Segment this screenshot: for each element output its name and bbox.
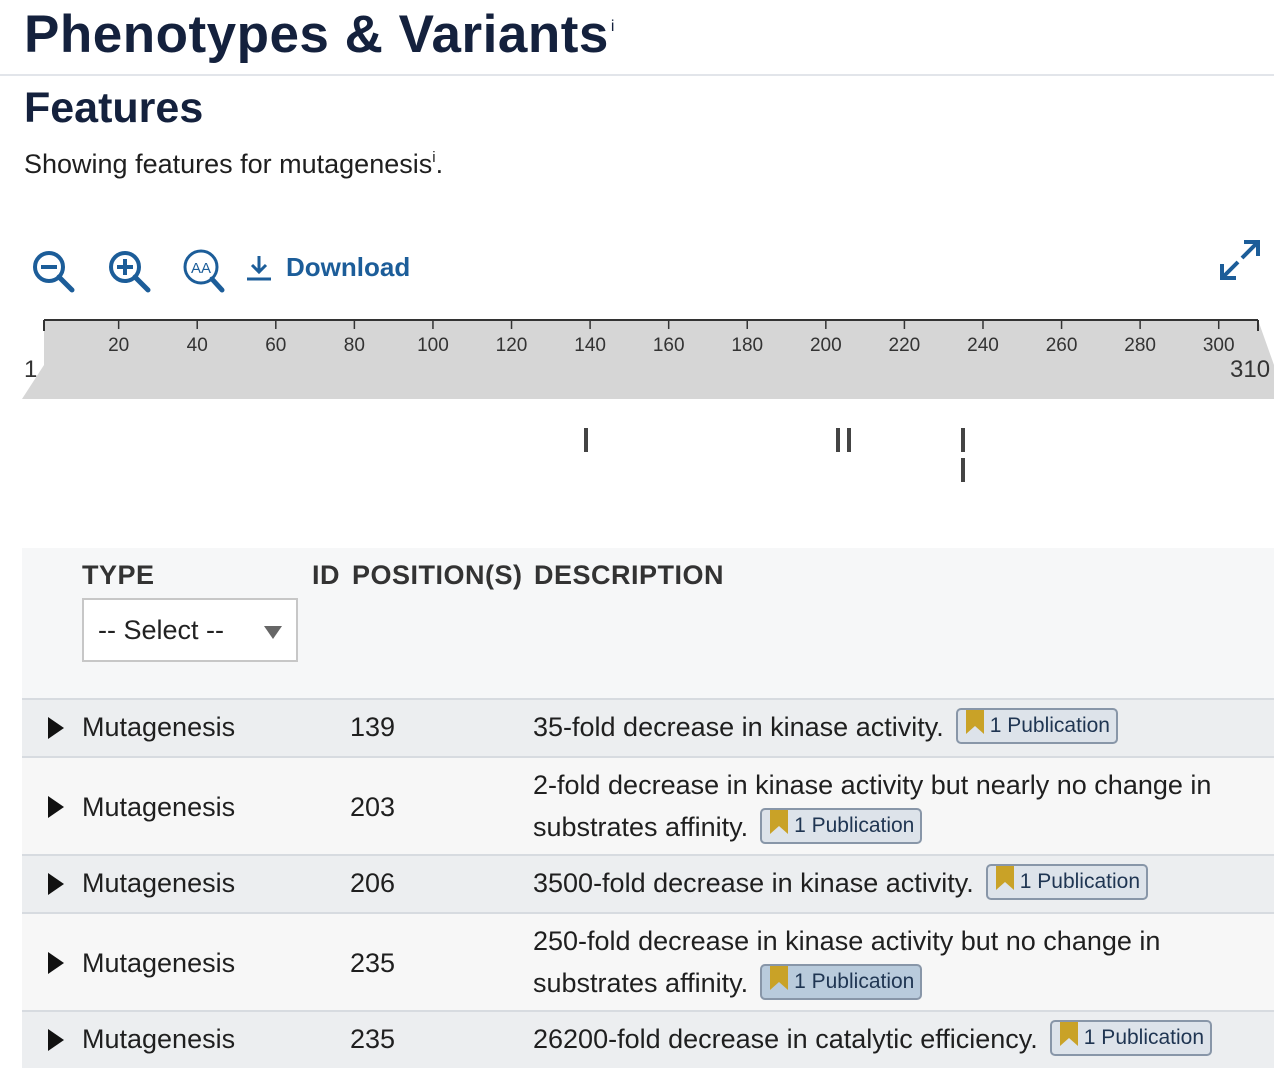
features-table: TYPE ID POSITION(S) DESCRIPTION -- Selec… [22, 548, 1274, 1068]
zoom-out-icon [33, 251, 75, 293]
download-icon [247, 255, 271, 280]
info-icon[interactable]: i [432, 149, 435, 166]
row-position: 203 [350, 792, 396, 822]
mutagenesis-feature-mark[interactable] [847, 428, 852, 452]
row-type: Mutagenesis [82, 948, 236, 978]
fullscreen-button[interactable] [1216, 236, 1264, 284]
bookmark-icon [995, 865, 1014, 890]
row-position: 206 [350, 868, 396, 898]
info-icon[interactable]: i [611, 18, 615, 35]
ruler-tick-label: 160 [653, 335, 685, 356]
download-button[interactable]: Download [244, 252, 410, 283]
viewer-toolbar: AA Download [30, 240, 1274, 296]
ruler-start-label: 1 [24, 356, 37, 383]
row-position: 235 [350, 948, 396, 978]
sequence-ruler[interactable]: 20 40 60 80 100 120 140 160 180 200 220 240 260 280 30… [0, 315, 1274, 405]
type-filter-select[interactable]: -- Select -- [82, 598, 298, 662]
expand-row-icon[interactable] [48, 796, 64, 818]
zoom-out-button[interactable] [30, 248, 76, 294]
ruler-tick-label: 80 [344, 335, 365, 356]
expand-row-icon[interactable] [48, 952, 64, 974]
ruler-tick-label: 240 [967, 335, 999, 356]
publication-badge[interactable]: 1 Publication [760, 807, 923, 844]
section-title: Features [24, 84, 204, 132]
bookmark-icon [965, 709, 984, 734]
row-type: Mutagenesis [82, 868, 236, 898]
table-header: TYPE ID POSITION(S) DESCRIPTION -- Selec… [22, 548, 1274, 698]
row-position: 235 [350, 1024, 396, 1054]
ruler-tick-label: 260 [1046, 335, 1078, 356]
expand-row-icon[interactable] [48, 717, 64, 739]
table-row[interactable]: Mutagenesis 203 2-fold decrease in kinas… [22, 756, 1274, 854]
expand-row-icon[interactable] [48, 873, 64, 895]
row-position: 139 [350, 712, 396, 742]
bookmark-icon [770, 809, 789, 834]
column-positions: POSITION(S) [352, 560, 523, 590]
ruler-tick-label: 100 [417, 335, 449, 356]
column-id: ID [312, 560, 340, 590]
zoom-in-button[interactable] [106, 248, 152, 294]
publication-badge[interactable]: 1 Publication [955, 707, 1118, 744]
ruler-tick-label: 40 [187, 335, 208, 356]
features-subtitle: Showing features for mutagenesisi. [24, 149, 444, 179]
expand-row-icon[interactable] [48, 1029, 64, 1051]
row-description: 26200-fold decrease in catalytic efficie… [533, 1018, 1263, 1060]
ruler-end-label: 310 [1230, 356, 1270, 383]
table-row[interactable]: Mutagenesis 206 3500-fold decrease in ki… [22, 854, 1274, 912]
ruler-tick-label: 120 [496, 335, 528, 356]
download-label: Download [286, 252, 411, 282]
row-type: Mutagenesis [82, 712, 236, 742]
publication-badge[interactable]: 1 Publication [985, 863, 1148, 900]
row-type: Mutagenesis [82, 1024, 236, 1054]
publication-badge[interactable]: 1 Publication [1049, 1019, 1213, 1056]
page-title: Phenotypes & Variants i [24, 5, 615, 64]
table-row[interactable]: Mutagenesis 235 250-fold decrease in kin… [22, 912, 1274, 1010]
row-description: 3500-fold decrease in kinase activity. 1 … [533, 862, 1263, 904]
mutagenesis-feature-mark[interactable] [584, 428, 589, 452]
svg-text:AA: AA [191, 260, 211, 277]
ruler-tick-label: 200 [810, 335, 842, 356]
title-divider [0, 74, 1274, 76]
ruler-tick-label: 180 [731, 335, 763, 356]
chevron-down-icon [264, 626, 282, 639]
row-description: 2-fold decrease in kinase activity but n… [533, 770, 1212, 844]
sequence-zoom-icon: AA [183, 249, 225, 293]
table-row[interactable]: Mutagenesis 235 26200-fold decrease in c… [22, 1010, 1274, 1068]
mutagenesis-feature-mark[interactable] [961, 428, 966, 452]
bookmark-icon [770, 965, 789, 990]
feature-track [0, 420, 1274, 500]
row-description: 35-fold decrease in kinase activity. 1 Pu… [533, 706, 1263, 748]
ruler-tick-label: 220 [889, 335, 921, 356]
sequence-zoom-button[interactable]: AA [180, 248, 226, 294]
row-description: 250-fold decrease in kinase activity but… [533, 926, 1161, 1000]
ruler-tick-label: 300 [1203, 335, 1235, 356]
zoom-in-icon [109, 251, 151, 293]
column-type: TYPE [82, 560, 155, 590]
ruler-tick-label: 140 [574, 335, 606, 356]
table-row[interactable]: Mutagenesis 139 35-fold decrease in kina… [22, 698, 1274, 756]
ruler-navigator[interactable] [22, 320, 1274, 399]
ruler-tick-label: 20 [108, 335, 129, 356]
mutagenesis-feature-mark[interactable] [835, 428, 840, 452]
ruler-tick-label: 60 [265, 335, 286, 356]
ruler-axis: 20 40 60 80 100 120 140 160 180 200 220 240 260 280 30… [22, 319, 1274, 399]
fullscreen-icon [1220, 240, 1260, 280]
publication-badge[interactable]: 1 Publication [760, 963, 923, 1000]
mutagenesis-feature-mark[interactable] [961, 458, 966, 482]
column-description: DESCRIPTION [534, 560, 725, 590]
row-type: Mutagenesis [82, 792, 236, 822]
bookmark-icon [1059, 1021, 1078, 1046]
ruler-tick-label: 280 [1124, 335, 1156, 356]
